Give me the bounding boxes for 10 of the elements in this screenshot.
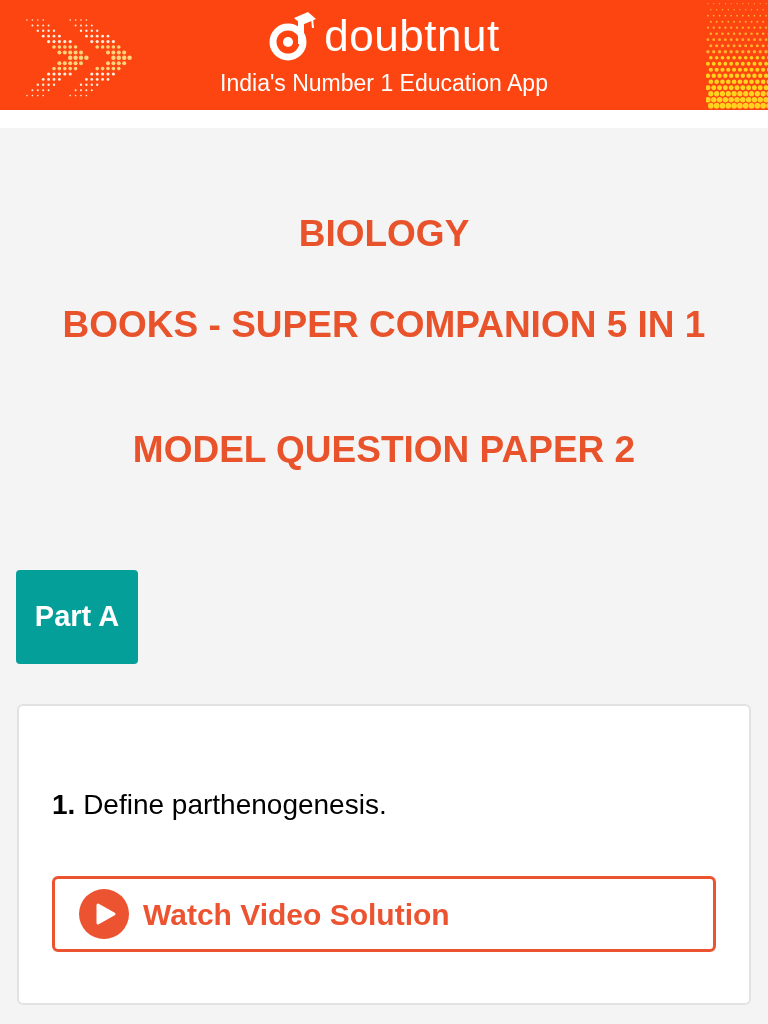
watch-video-button[interactable]: Watch Video Solution [52,876,716,952]
section-badge: Part A [16,570,138,664]
page-title: MODEL QUESTION PAPER 2 [132,428,636,472]
brand-name: doubtnut [324,10,500,62]
play-icon [79,889,129,939]
page-title: BIOLOGY [298,212,470,256]
page-title: BOOKS - SUPER COMPANION 5 IN 1 [62,303,706,347]
logo-icon [268,10,317,62]
tagline: India's Number 1 Education App [220,69,548,97]
question-text: 1. Define parthenogenesis. [52,788,388,822]
